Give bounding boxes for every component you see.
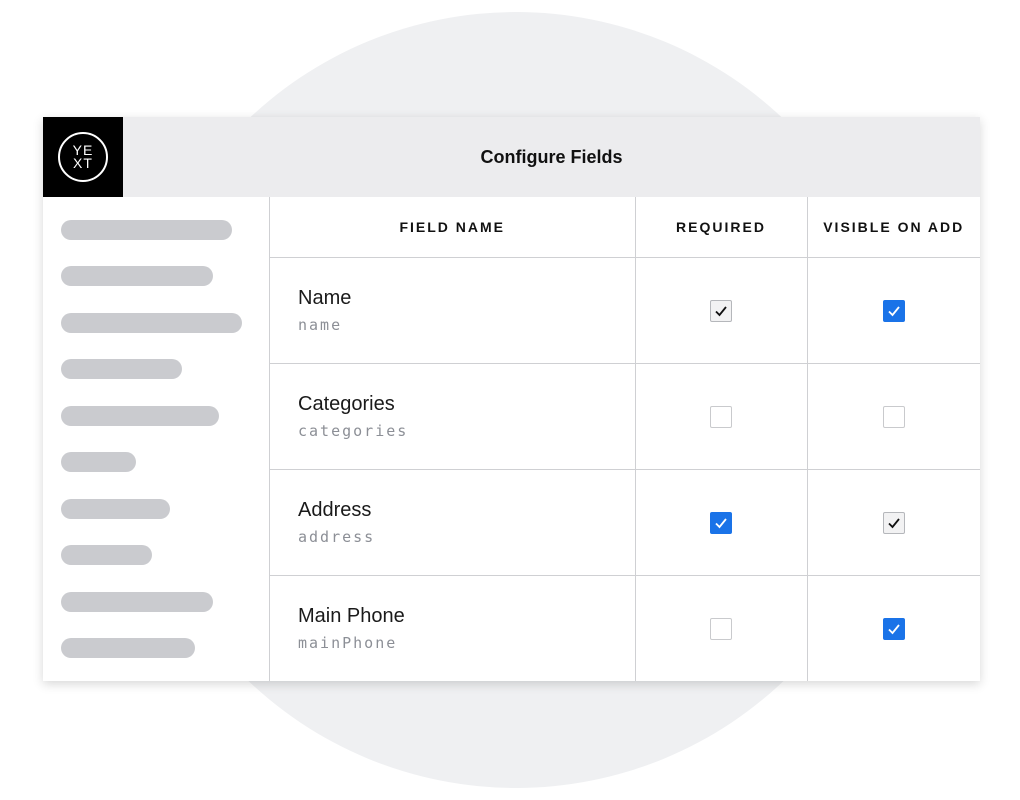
column-header-required: REQUIRED bbox=[635, 197, 808, 258]
field-label: Name bbox=[298, 286, 352, 309]
required-checkbox[interactable] bbox=[710, 617, 732, 640]
field-label: Main Phone bbox=[298, 604, 405, 627]
page-title: Configure Fields bbox=[480, 147, 623, 167]
table-header-row: FIELD NAME REQUIRED VISIBLE ON ADD bbox=[270, 197, 980, 258]
yext-logo: YE XT bbox=[43, 117, 123, 197]
sidebar-item-placeholder[interactable] bbox=[61, 220, 232, 240]
visible-on-add-checkbox[interactable] bbox=[882, 405, 905, 428]
required-cell bbox=[635, 363, 808, 470]
visible-on-add-cell bbox=[807, 576, 980, 682]
sidebar-item-placeholder[interactable] bbox=[61, 359, 182, 379]
visible-on-add-cell bbox=[807, 469, 980, 576]
sidebar-item-placeholder[interactable] bbox=[61, 638, 195, 658]
column-header-visible-on-add: VISIBLE ON ADD bbox=[807, 197, 980, 258]
checkmark-icon bbox=[888, 305, 900, 316]
visible-on-add-cell bbox=[807, 257, 980, 364]
page-canvas: YE XT Configure Fields FIELD NAME REQUIR… bbox=[0, 0, 1020, 800]
table-row: Name name bbox=[270, 257, 980, 364]
field-api-name: name bbox=[298, 315, 343, 334]
field-api-name: mainPhone bbox=[298, 633, 398, 652]
sidebar-item-placeholder[interactable] bbox=[61, 313, 242, 333]
required-checkbox[interactable] bbox=[710, 405, 732, 428]
table-row: Categories categories bbox=[270, 363, 980, 470]
fields-table-container: FIELD NAME REQUIRED VISIBLE ON ADD Name … bbox=[270, 197, 980, 681]
fields-table: FIELD NAME REQUIRED VISIBLE ON ADD Name … bbox=[270, 197, 980, 681]
required-checkbox[interactable] bbox=[710, 299, 732, 322]
required-checkbox[interactable] bbox=[710, 511, 732, 534]
yext-logo-icon: YE XT bbox=[58, 132, 108, 182]
column-header-field-name: FIELD NAME bbox=[270, 197, 636, 258]
checkmark-icon bbox=[715, 305, 727, 316]
field-label: Categories bbox=[298, 392, 395, 415]
checkmark-icon bbox=[888, 517, 900, 528]
visible-on-add-checkbox[interactable] bbox=[882, 617, 905, 640]
field-api-name: categories bbox=[298, 421, 409, 440]
panel-header: YE XT Configure Fields bbox=[43, 117, 980, 197]
sidebar-item-placeholder[interactable] bbox=[61, 452, 136, 472]
field-name-cell: Address address bbox=[270, 469, 636, 576]
required-cell bbox=[635, 575, 808, 681]
visible-on-add-checkbox[interactable] bbox=[882, 511, 905, 534]
sidebar-item-placeholder[interactable] bbox=[61, 406, 219, 426]
sidebar-item-placeholder[interactable] bbox=[61, 592, 213, 612]
sidebar bbox=[43, 197, 270, 681]
field-name-cell: Categories categories bbox=[270, 363, 636, 470]
sidebar-item-placeholder[interactable] bbox=[61, 545, 152, 565]
field-label: Address bbox=[298, 498, 372, 521]
field-name-cell: Name name bbox=[270, 257, 636, 364]
table-row: Address address bbox=[270, 469, 980, 576]
required-cell bbox=[635, 469, 808, 576]
visible-on-add-checkbox[interactable] bbox=[882, 299, 905, 322]
sidebar-item-placeholder[interactable] bbox=[61, 266, 213, 286]
visible-on-add-cell bbox=[807, 363, 980, 470]
table-row: Main Phone mainPhone bbox=[270, 575, 980, 682]
field-api-name: address bbox=[298, 527, 376, 546]
required-cell bbox=[635, 257, 808, 364]
configure-fields-panel: YE XT Configure Fields FIELD NAME REQUIR… bbox=[43, 117, 980, 681]
checkmark-icon bbox=[888, 623, 900, 634]
sidebar-item-placeholder[interactable] bbox=[61, 499, 170, 519]
checkmark-icon bbox=[715, 517, 727, 528]
field-name-cell: Main Phone mainPhone bbox=[270, 575, 636, 681]
